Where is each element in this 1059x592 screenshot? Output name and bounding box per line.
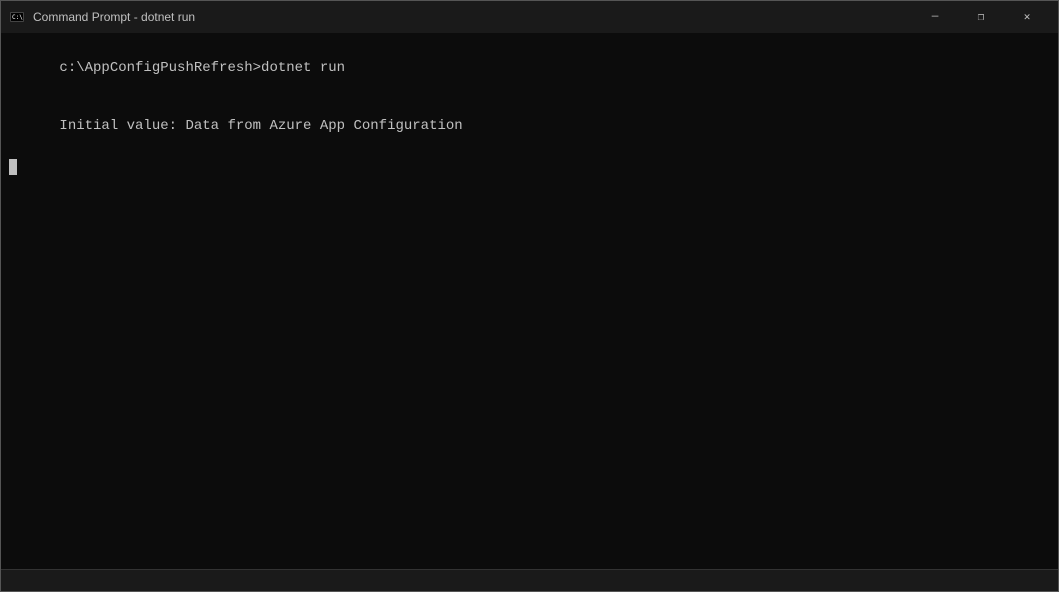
window-title: Command Prompt - dotnet run <box>33 10 912 24</box>
titlebar-controls: — ❐ ✕ <box>912 1 1050 33</box>
svg-text:C:\: C:\ <box>12 14 23 21</box>
titlebar: C:\ Command Prompt - dotnet run — ❐ ✕ <box>1 1 1058 33</box>
minimize-button[interactable]: — <box>912 1 958 33</box>
terminal-body[interactable]: c:\AppConfigPushRefresh>dotnet run Initi… <box>1 33 1058 569</box>
output-line: Initial value: Data from Azure App Confi… <box>9 98 1050 157</box>
app-icon: C:\ <box>9 9 25 25</box>
maximize-button[interactable]: ❐ <box>958 1 1004 33</box>
command-line: c:\AppConfigPushRefresh>dotnet run <box>9 39 1050 98</box>
close-button[interactable]: ✕ <box>1004 1 1050 33</box>
cursor <box>9 159 17 175</box>
cursor-line <box>9 159 1050 175</box>
window: C:\ Command Prompt - dotnet run — ❐ ✕ c:… <box>0 0 1059 592</box>
statusbar <box>1 569 1058 591</box>
